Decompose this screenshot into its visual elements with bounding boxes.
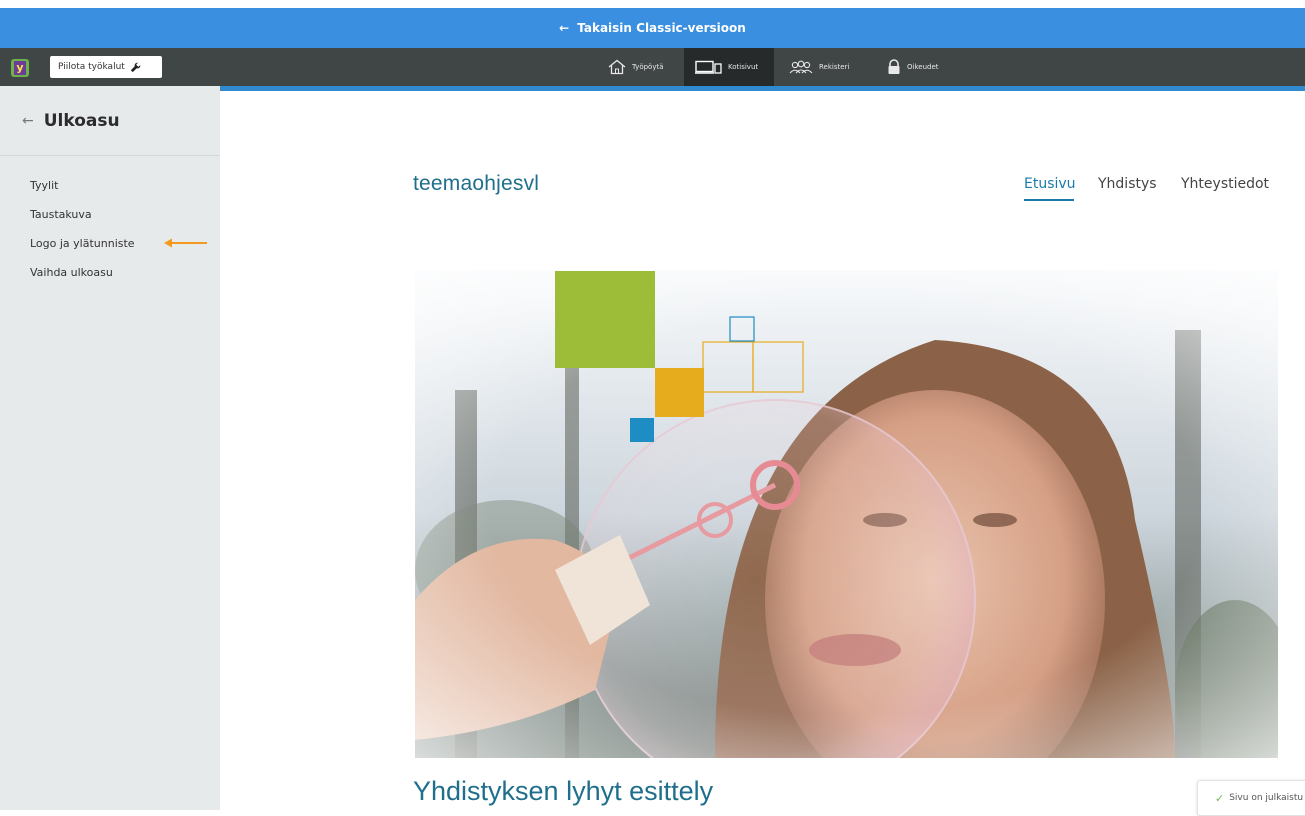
sidebar-item-logo-ja-ylatunniste[interactable]: Logo ja ylätunniste (30, 237, 135, 250)
back-to-classic-bar[interactable]: ← Takaisin Classic-versioon (0, 0, 1305, 48)
tab-oikeudet[interactable]: Oikeudet (883, 48, 955, 86)
hero-photo (415, 270, 1278, 758)
tab-tyopoyta[interactable]: Työpöytä (598, 48, 680, 86)
tab-rekisteri-label: Rekisteri (819, 63, 850, 71)
home-icon (608, 59, 626, 75)
toolbar-accent-line (220, 86, 1305, 91)
sidebar-item-taustakuva[interactable]: Taustakuva (30, 208, 92, 221)
tab-tyopoyta-label: Työpöytä (632, 63, 664, 71)
tab-rekisteri[interactable]: Rekisteri (784, 48, 864, 86)
sidebar-item-vaihda-ulkoasu[interactable]: Vaihda ulkoasu (30, 266, 113, 279)
sidebar-title: Ulkoasu (43, 110, 120, 131)
intro-heading: Yhdistyksen lyhyt esittely (413, 776, 714, 806)
app-logo[interactable]: y (11, 59, 29, 77)
site-nav-yhteystiedot[interactable]: Yhteystiedot (1181, 176, 1269, 192)
appearance-sidebar: ← Ulkoasu (0, 86, 220, 810)
tab-kotisivut[interactable]: Kotisivut (684, 48, 774, 86)
orange-pointer-arrow-icon (164, 238, 207, 248)
back-arrow-icon: ← (559, 21, 570, 35)
tab-oikeudet-label: Oikeudet (907, 63, 939, 71)
tab-kotisivut-label: Kotisivut (728, 63, 759, 71)
published-toast: ✓ Sivu on julkaistu (1197, 780, 1305, 816)
check-icon: ✓ (1215, 791, 1225, 805)
app-logo-letter: y (14, 61, 26, 75)
monitor-icon (695, 60, 722, 74)
people-icon (789, 60, 813, 74)
site-nav-active-underline (1024, 199, 1074, 201)
site-nav-etusivu[interactable]: Etusivu (1024, 176, 1076, 192)
lock-icon (888, 59, 900, 74)
hide-tools-label: Piilota työkalut (58, 62, 125, 72)
site-nav-yhdistys[interactable]: Yhdistys (1098, 176, 1157, 192)
sidebar-header: ← Ulkoasu (0, 86, 220, 156)
back-to-classic-label: Takaisin Classic-versioon (577, 21, 746, 35)
site-logo[interactable]: teemaohjesvl (413, 172, 539, 196)
hero-image (415, 270, 1278, 758)
decorative-squares (555, 271, 804, 442)
sidebar-item-tyylit[interactable]: Tyylit (30, 179, 58, 192)
published-toast-label: Sivu on julkaistu (1229, 793, 1304, 803)
wrench-icon (130, 62, 141, 72)
sidebar-back-arrow-icon[interactable]: ← (22, 113, 34, 129)
hide-tools-button[interactable]: Piilota työkalut (50, 56, 162, 78)
